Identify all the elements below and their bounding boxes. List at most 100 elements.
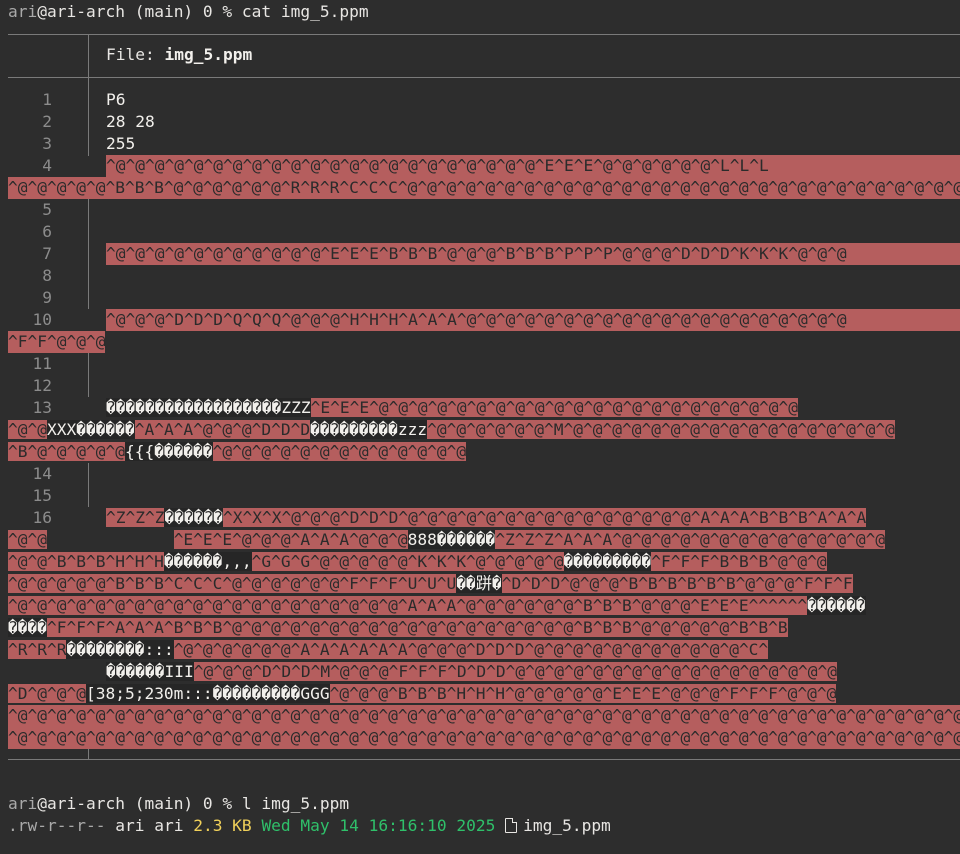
control-run: ^@^@^@^@^@^@^@^@^@^@^@^@^@^@^@^@^@^@^@^@… — [8, 596, 808, 615]
file-line-7: ^@^@^@^@^@^@^@^@^@^@^@^E^E^E^B^B^B^@^@^@… — [106, 243, 960, 265]
gutter-separator-e — [88, 749, 89, 759]
file-line-16-wrap-g: ������III^@^@^@^D^D^D^M^@^@^@^F^F^F^D^D^… — [106, 661, 960, 683]
control-run: ^Z^Z^Z — [106, 508, 165, 527]
gutter-separator-d — [88, 463, 89, 507]
top-divider — [8, 34, 960, 35]
control-run: ^E^E^E^@^@^@^A^A^A^@^@^@ — [173, 530, 408, 549]
header-divider — [8, 77, 960, 78]
binary-run: {{{������ — [124, 442, 213, 461]
file-line-3: 255 — [106, 134, 136, 153]
file-name: img_5.ppm — [523, 816, 611, 835]
line-number: 14 — [32, 464, 53, 483]
control-run: ^@^@ — [8, 530, 47, 549]
line-number: 10 — [32, 310, 53, 329]
file-line-16-wrap-a: ^@^@ ^E^E^E^@^@^@^A^A^A^@^@^@888������^Z… — [8, 529, 960, 551]
gutter-separator-header — [88, 34, 89, 77]
control-run: ^Z^Z^Z^A^A^A^@^@^@^@^@^@^@^@^@^@^@^@^@^@ — [495, 530, 886, 549]
control-run: ^A^A^A^@^@^@^D^D^D — [134, 420, 311, 439]
binary-run: ���������zzz — [310, 420, 428, 439]
prompt-command: l img_5.ppm — [241, 794, 350, 813]
control-run: ^@^@ — [8, 420, 47, 439]
bottom-divider — [8, 759, 960, 760]
prompt-line-2: ari@ari-arch (main) 0 % l img_5.ppm — [8, 793, 349, 815]
binary-run: [38;5;230m:::���������GGG — [85, 684, 330, 703]
file-header-label: File: — [106, 45, 165, 64]
control-run: ^B^@^@^@^@^@ — [8, 442, 125, 461]
control-run: ^@^@^@^B^B^B^H^H^H^@^@^@^@^@^E^E^E^@^@^@… — [329, 684, 837, 703]
binary-run: ������������������ZZZ — [106, 398, 311, 417]
gutter-separator-a — [88, 78, 89, 156]
binary-run: ������ — [164, 508, 223, 527]
file-line-13-wrap-a: ^@^@XXX������^A^A^A^@^@^@^D^D^D���������… — [8, 419, 960, 441]
prompt-user: ari — [8, 794, 38, 813]
line-number: 9 — [42, 288, 52, 307]
file-permissions: .rw-r--r-- — [8, 816, 106, 835]
file-line-16-wrap-b: ^@^@^B^B^B^H^H^H������,,,^G^G^G^@^@^@^@^… — [8, 551, 960, 573]
line-number: 1 — [42, 90, 52, 109]
file-line-2: 28 28 — [106, 112, 155, 131]
file-date: Wed May 14 16:16:10 2025 — [261, 816, 496, 835]
gutter-separator-c — [88, 353, 89, 397]
file-line-13-wrap-b: ^B^@^@^@^@^@{{{������^@^@^@^@^@^@^@^@^@^… — [8, 441, 467, 463]
prompt-command: cat img_5.ppm — [241, 2, 369, 21]
line-number: 5 — [42, 200, 52, 219]
line-number: 2 — [42, 112, 52, 131]
file-line-1: P6 — [106, 90, 126, 109]
file-line-16-wrap-i: ^@^@^@^@^@^@^@^@^@^@^@^@^@^@^@^@^@^@^@^@… — [8, 705, 960, 727]
line-number: 3 — [42, 134, 52, 153]
wrap-gap — [47, 530, 174, 549]
control-run: ^@^@^@^@^@^@^M^@^@^@^@^@^@^@^@^@^@^@^@^@… — [427, 420, 895, 439]
file-listing-row: .rw-r--r-- ari ari 2.3 KB Wed May 14 16:… — [8, 815, 611, 837]
line-number: 12 — [32, 376, 53, 395]
binary-run: ���� — [8, 618, 47, 637]
control-run: ^@^@^@^@^@^@^@^@^@^@^@^@^@ — [212, 442, 467, 461]
file-line-4-wrap: ^@^@^@^@^@^B^B^B^@^@^@^@^@^@^R^R^R^C^C^C… — [8, 177, 960, 199]
binary-run: ������ — [807, 596, 866, 615]
file-line-10: ^@^@^@^D^D^D^Q^Q^Q^@^@^@^H^H^H^A^A^A^@^@… — [106, 309, 960, 331]
file-owner: ari ari — [115, 816, 184, 835]
control-run: ^@^@^@^@^@^@^A^A^A^A^A^A^@^@^@^D^D^D^@^@… — [173, 640, 769, 659]
line-number: 7 — [42, 244, 52, 263]
control-run: ^E^E^E^@^@^@^@^@^@^@^@^@^@^@^@^@^@^@^@^@… — [310, 398, 798, 417]
control-run: ^X^X^X^@^@^@^D^D^D^@^@^@^@^@^@^@^@^@^@^@… — [222, 508, 867, 527]
prompt-host: @ari-arch (main) 0 % — [37, 794, 242, 813]
control-run: ^D^D^D^@^@^@^B^B^B^B^B^B^@^@^@^F^F^F — [501, 574, 853, 593]
file-line-16-wrap-e: ����^F^F^F^A^A^A^B^B^B^@^@^@^@^@^@^@^@^@… — [8, 617, 960, 639]
file-line-16-wrap-c: ^@^@^@^@^@^B^B^B^C^C^C^@^@^@^@^@^@^F^F^F… — [8, 573, 960, 595]
binary-run: 888������ — [407, 530, 496, 549]
line-number: 6 — [42, 222, 52, 241]
file-line-16-wrap-j: ^@^@^@^@^@^@^@^@^@^@^@^@^@^@^@^@^@^@^@^@… — [8, 727, 960, 749]
binary-run: ������III — [106, 662, 194, 681]
prompt-user: ari — [8, 2, 38, 21]
line-number: 16 — [32, 508, 53, 527]
binary-run: XXX������ — [46, 420, 135, 439]
control-run: ^@^@^B^B^B^H^H^H — [8, 552, 164, 571]
file-line-16-wrap-d: ^@^@^@^@^@^@^@^@^@^@^@^@^@^@^@^@^@^@^@^@… — [8, 595, 960, 617]
control-run: ^D^@^@^@ — [8, 684, 86, 703]
binary-run: ��跰� — [456, 574, 502, 593]
line-number: 15 — [32, 486, 53, 505]
binary-run: ��������::: — [66, 640, 174, 659]
gutter-separator-b — [88, 199, 89, 309]
file-line-16-wrap-f: ^R^R^R��������:::^@^@^@^@^@^@^A^A^A^A^A^… — [8, 639, 960, 661]
binary-run: ��������� — [563, 552, 652, 571]
prompt-host: @ari-arch (main) 0 % — [37, 2, 242, 21]
line-number: 4 — [42, 156, 52, 175]
line-number: 11 — [32, 354, 53, 373]
file-line-16: ^Z^Z^Z������^X^X^X^@^@^@^D^D^D^@^@^@^@^@… — [106, 507, 960, 529]
control-run: ^R^R^R — [8, 640, 67, 659]
control-run: ^@^@^@^D^D^D^M^@^@^@^F^F^F^D^D^D^@^@^@^@… — [193, 662, 837, 681]
prompt-line-1: ari@ari-arch (main) 0 % cat img_5.ppm — [8, 1, 369, 23]
control-run: ^@^@^@^@^@^B^B^B^C^C^C^@^@^@^@^@^@^F^F^F… — [8, 574, 457, 593]
file-line-16-wrap-h: ^D^@^@^@[38;5;230m:::���������GGG^@^@^@^… — [8, 683, 960, 705]
file-icon — [505, 818, 518, 833]
line-number: 13 — [32, 398, 53, 417]
file-size: 2.3 KB — [193, 816, 252, 835]
file-line-10-wrap: ^F^F^@^@^@ — [8, 331, 106, 353]
line-number: 8 — [42, 266, 52, 285]
file-line-13: ������������������ZZZ^E^E^E^@^@^@^@^@^@^… — [106, 397, 960, 419]
file-line-4: ^@^@^@^@^@^@^@^@^@^@^@^@^@^@^@^@^@^@^@^@… — [106, 155, 960, 177]
control-run: ^F^F^F^B^B^B^@^@^@ — [651, 552, 827, 571]
file-header-name: img_5.ppm — [164, 45, 253, 64]
binary-run: ������,,, — [163, 552, 252, 571]
